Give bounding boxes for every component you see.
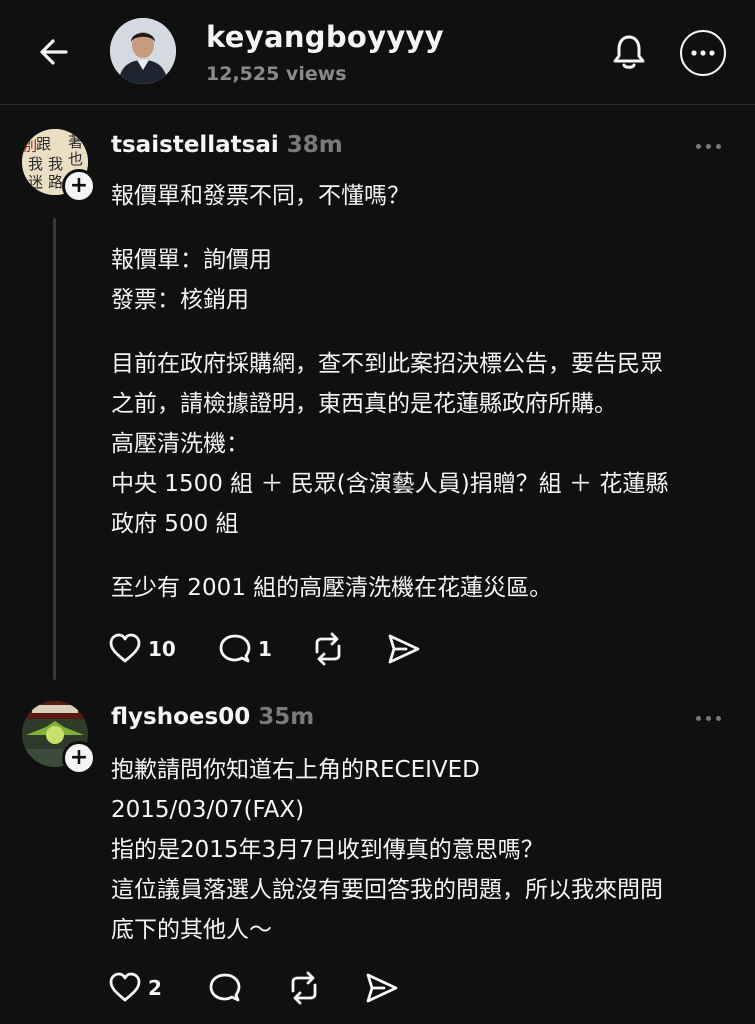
post-line: 報價單和發票不同，不懂嗎？ <box>111 183 410 209</box>
repost-icon <box>315 632 341 666</box>
profile-avatar[interactable] <box>110 18 176 84</box>
view-count: 12,525 views <box>206 63 347 85</box>
more-icon <box>691 50 715 56</box>
comment-button[interactable]: 1 <box>218 629 272 669</box>
share-button[interactable] <box>386 629 422 669</box>
avatar-char: 著 <box>68 133 83 151</box>
post-line: 政府 500 組 <box>111 511 239 537</box>
post-line: 發票：核銷用 <box>111 287 249 313</box>
post-line: 2015/03/07(FAX) <box>111 797 305 823</box>
post-more-button[interactable] <box>696 716 721 721</box>
repost-button[interactable] <box>310 629 346 669</box>
post-time: 38m <box>286 132 343 158</box>
post-line: 高壓清洗機： <box>111 431 249 457</box>
post-more-button[interactable] <box>696 144 721 149</box>
like-button[interactable]: 10 <box>108 629 176 669</box>
post-line: 報價單：詢價用 <box>111 247 272 273</box>
share-button[interactable] <box>364 968 400 1008</box>
post-body: 抱歉請問你知道右上角的RECEIVED 2015/03/07(FAX) 指的是2… <box>111 750 736 950</box>
heart-icon <box>109 972 141 1002</box>
avatar-char: 我 <box>48 155 63 173</box>
avatar-char: 別 <box>23 139 37 155</box>
post-username[interactable]: flyshoes00 35m <box>111 704 314 730</box>
back-button[interactable] <box>32 30 76 74</box>
post-line: 這位議員落選人說沒有要回答我的問題，所以我來問問 <box>111 877 663 903</box>
repost-button[interactable] <box>286 968 322 1008</box>
profile-username[interactable]: keyangboyyyy <box>206 20 444 54</box>
like-count: 10 <box>148 637 176 661</box>
repost-icon <box>291 971 317 1005</box>
post-line: 底下的其他人～ <box>111 917 272 943</box>
post-line: 至少有 2001 組的高壓清洗機在花蓮災區。 <box>111 575 553 601</box>
follow-button[interactable]: + <box>62 169 96 203</box>
post-line: 目前在政府採購網，查不到此案招決標公告，要告民眾 <box>111 351 663 377</box>
notifications-button[interactable] <box>605 28 653 76</box>
bell-icon <box>613 35 645 69</box>
avatar-char: 迷 <box>28 173 43 191</box>
post-line: 中央 1500 組 ＋ 民眾(含演藝人員)捐贈？組 ＋ 花蓮縣 <box>111 471 669 497</box>
reply-count: 1 <box>258 637 272 661</box>
avatar-char: 我 <box>28 155 43 173</box>
like-button[interactable]: 2 <box>108 968 162 1008</box>
comment-icon <box>219 634 251 663</box>
back-arrow-icon <box>40 39 68 65</box>
avatar-char: 路 <box>48 173 63 191</box>
post-line: 之前，請檢據證明，東西真的是花蓮縣政府所購。 <box>111 391 617 417</box>
more-options-button[interactable] <box>680 30 726 76</box>
post-time: 35m <box>258 704 315 730</box>
thread-line <box>53 218 56 680</box>
heart-icon <box>109 633 141 663</box>
like-count: 2 <box>148 976 162 1000</box>
share-icon <box>366 973 398 1003</box>
comment-icon <box>209 973 241 1002</box>
comment-button[interactable] <box>208 968 242 1008</box>
top-bar: keyangboyyyy 12,525 views <box>0 0 755 105</box>
post-line: 指的是2015年3月7日收到傳真的意思嗎？ <box>111 837 544 863</box>
share-icon <box>388 634 420 664</box>
avatar-char: 跟 <box>36 135 51 153</box>
avatar-char: 也 <box>68 150 83 168</box>
post-body: 報價單和發票不同，不懂嗎？ 報價單：詢價用 發票：核銷用 目前在政府採購網，查不… <box>111 176 736 608</box>
post-line: 抱歉請問你知道右上角的RECEIVED <box>111 757 480 783</box>
follow-button[interactable]: + <box>62 741 96 775</box>
post-username[interactable]: tsaistellatsai 38m <box>111 132 343 158</box>
